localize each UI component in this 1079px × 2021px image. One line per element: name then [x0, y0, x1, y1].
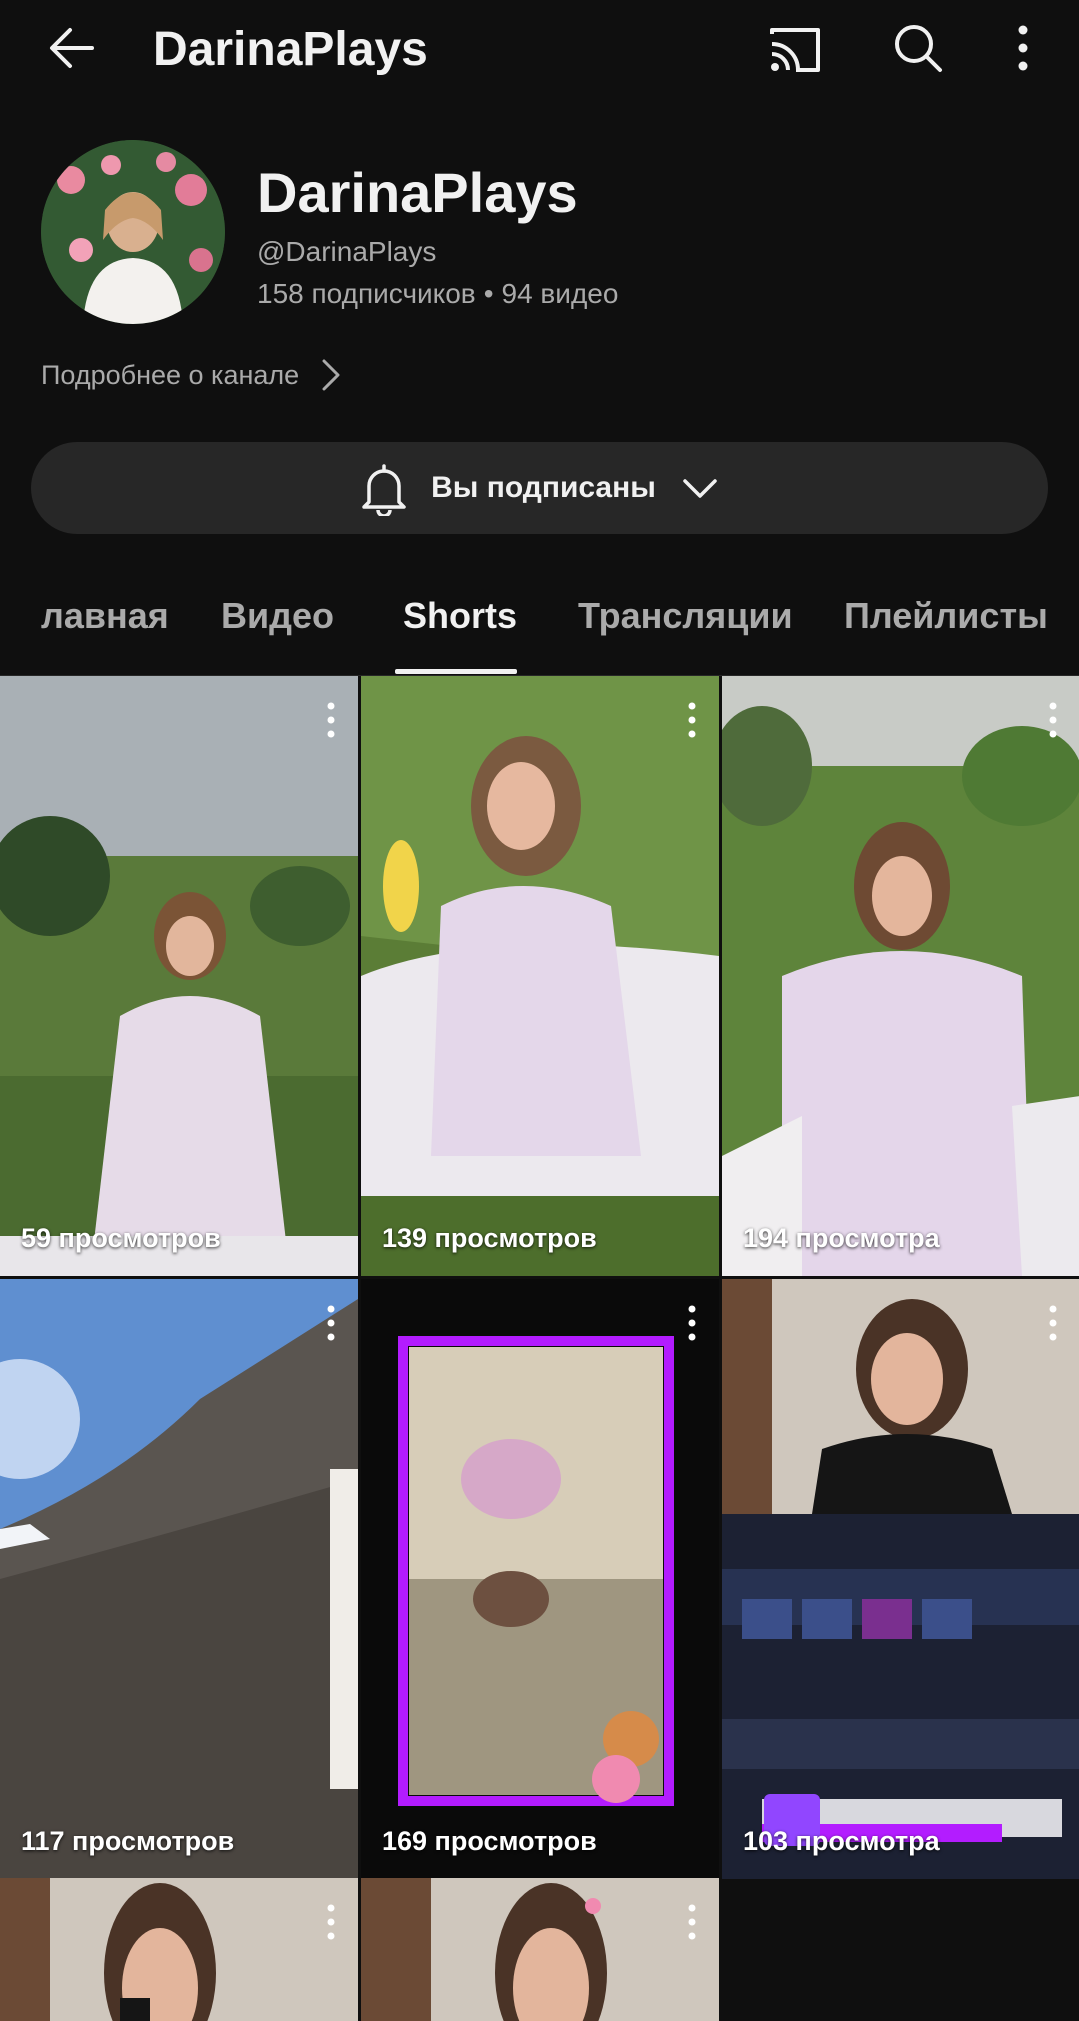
subscribed-label: Вы подписаны: [431, 471, 656, 504]
subscriber-count: 158 подписчиков: [257, 278, 476, 309]
short-thumbnail: [0, 1279, 358, 1879]
more-vert-icon[interactable]: [685, 1902, 699, 1942]
active-tab-indicator: [395, 669, 517, 674]
channel-tabs: лавная Видео Shorts Трансляции Плейлисты: [0, 560, 1079, 676]
more-vert-icon[interactable]: [324, 1303, 338, 1343]
short-thumbnail: [0, 1878, 358, 2021]
more-vert-icon[interactable]: [324, 700, 338, 740]
short-view-count: 139 просмотров: [382, 1223, 597, 1253]
short-thumbnail: [722, 676, 1079, 1276]
tab-live[interactable]: Трансляции: [578, 594, 793, 638]
more-vert-icon[interactable]: [1005, 20, 1041, 76]
short-thumbnail: [361, 676, 719, 1276]
cast-icon[interactable]: [766, 22, 824, 78]
stats-separator: •: [483, 278, 494, 309]
video-count: 94 видео: [501, 278, 619, 309]
channel-about-label: Подробнее о канале: [41, 359, 300, 390]
short-tile[interactable]: 59 просмотров: [0, 676, 358, 1276]
short-view-count: 169 просмотров: [382, 1826, 597, 1856]
channel-about-link[interactable]: Подробнее о канале: [41, 355, 341, 395]
short-thumbnail: [361, 1279, 719, 1879]
more-vert-icon[interactable]: [1046, 700, 1060, 740]
more-vert-icon[interactable]: [685, 1303, 699, 1343]
short-tile[interactable]: [0, 1878, 358, 2021]
back-arrow-icon[interactable]: [44, 20, 100, 76]
channel-handle: @DarinaPlays: [257, 236, 437, 267]
bell-icon: [362, 464, 406, 516]
channel-avatar[interactable]: [41, 140, 225, 324]
short-view-count: 194 просмотра: [743, 1223, 940, 1253]
more-vert-icon[interactable]: [1046, 1303, 1060, 1343]
tab-home[interactable]: лавная: [41, 594, 169, 638]
short-tile[interactable]: [361, 1878, 719, 2021]
short-thumbnail: [722, 1279, 1079, 1879]
chevron-right-icon: [322, 359, 340, 391]
channel-stats: 158 подписчиков • 94 видео: [257, 276, 618, 312]
channel-name: DarinaPlays: [257, 161, 578, 224]
tab-shorts[interactable]: Shorts: [403, 594, 517, 638]
short-tile[interactable]: 194 просмотра: [722, 676, 1079, 1276]
short-tile[interactable]: 117 просмотров: [0, 1279, 358, 1879]
more-vert-icon[interactable]: [324, 1902, 338, 1942]
short-tile[interactable]: 169 просмотров: [361, 1279, 719, 1879]
short-view-count: 103 просмотра: [743, 1826, 940, 1856]
short-tile[interactable]: 103 просмотра: [722, 1279, 1079, 1879]
more-vert-icon[interactable]: [685, 700, 699, 740]
short-thumbnail: [361, 1878, 719, 2021]
top-app-bar: DarinaPlays: [0, 0, 1079, 100]
short-tile[interactable]: 139 просмотров: [361, 676, 719, 1276]
page-title: DarinaPlays: [153, 23, 428, 76]
tab-videos[interactable]: Видео: [221, 594, 334, 638]
subscribed-button[interactable]: Вы подписаны: [31, 442, 1048, 534]
chevron-down-icon: [683, 479, 717, 498]
tab-playlists[interactable]: Плейлисты: [844, 594, 1048, 638]
short-view-count: 59 просмотров: [21, 1223, 221, 1253]
short-view-count: 117 просмотров: [21, 1826, 235, 1856]
short-thumbnail: [0, 676, 358, 1276]
search-icon[interactable]: [890, 20, 946, 76]
